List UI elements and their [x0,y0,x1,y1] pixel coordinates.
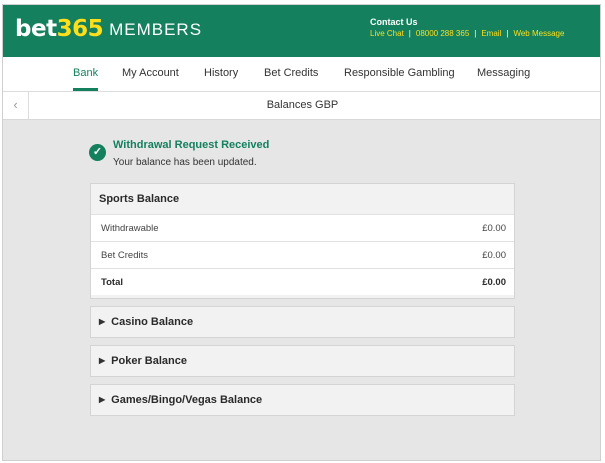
row-value: £0.00 [482,250,506,261]
members-window: bet365 MEMBERS Contact Us Live Chat | 08000… [2,4,601,461]
tab-bet-credits[interactable]: Bet Credits [264,57,318,91]
casino-balance-header[interactable]: ▶ Casino Balance [91,307,514,337]
sports-balance-panel: Sports Balance Withdrawable £0.00 Bet Cr… [90,183,515,299]
logo-text-365: 365 [56,16,104,42]
games-bingo-vegas-balance-panel[interactable]: ▶ Games/Bingo/Vegas Balance [90,384,515,416]
bet365-members-logo[interactable]: bet365 MEMBERS [15,14,202,46]
balance-row-withdrawable: Withdrawable £0.00 [91,214,514,241]
separator: | [474,29,477,38]
chevron-left-icon: ‹ [13,97,18,112]
triangle-right-icon: ▶ [99,317,106,326]
logo-text-bet: bet [15,16,57,42]
poker-balance-panel[interactable]: ▶ Poker Balance [90,345,515,377]
row-value: £0.00 [482,277,506,288]
contact-us-title: Contact Us [370,17,418,27]
tab-history[interactable]: History [204,57,238,91]
row-label: Bet Credits [101,250,148,261]
live-chat-link[interactable]: Live Chat [370,29,404,38]
header: bet365 MEMBERS Contact Us Live Chat | 08000… [3,5,600,57]
web-message-link[interactable]: Web Message [513,29,564,38]
tab-messaging[interactable]: Messaging [477,57,530,91]
row-value: £0.00 [482,223,506,234]
balance-row-bet-credits: Bet Credits £0.00 [91,241,514,268]
email-link[interactable]: Email [481,29,501,38]
tab-responsible-gambling[interactable]: Responsible Gambling [344,57,455,91]
poker-balance-title: Poker Balance [111,355,187,367]
casino-balance-title: Casino Balance [111,316,194,328]
tab-my-account[interactable]: My Account [122,57,179,91]
balance-row-total: Total £0.00 [91,268,514,295]
withdrawal-notice-message: Your balance has been updated. [113,157,257,168]
page-title: Balances GBP [266,99,339,111]
games-balance-header[interactable]: ▶ Games/Bingo/Vegas Balance [91,385,514,415]
triangle-right-icon: ▶ [99,356,106,365]
row-label: Withdrawable [101,223,159,234]
contact-us-block: Contact Us Live Chat | 08000 288 365 | Email… [370,17,564,39]
check-circle-icon: ✓ [89,144,106,161]
poker-balance-header[interactable]: ▶ Poker Balance [91,346,514,376]
members-nav: Bank My Account History Bet Credits Resp… [3,57,600,92]
separator: | [506,29,509,38]
separator: | [408,29,411,38]
balances-subheader: Balances GBP ‹ [3,92,600,120]
tab-bank[interactable]: Bank [73,57,99,91]
casino-balance-panel[interactable]: ▶ Casino Balance [90,306,515,338]
contact-links: Live Chat | 08000 288 365 | Email | Web Messag… [370,28,564,39]
games-balance-title: Games/Bingo/Vegas Balance [111,394,263,406]
back-button[interactable]: ‹ [3,92,29,119]
sports-balance-title: Sports Balance [99,193,180,205]
row-label: Total [101,277,123,288]
phone-number-link[interactable]: 08000 288 365 [416,29,469,38]
withdrawal-notice-title: Withdrawal Request Received [113,139,270,151]
triangle-right-icon: ▶ [99,395,106,404]
logo-text-members: MEMBERS [109,20,203,39]
